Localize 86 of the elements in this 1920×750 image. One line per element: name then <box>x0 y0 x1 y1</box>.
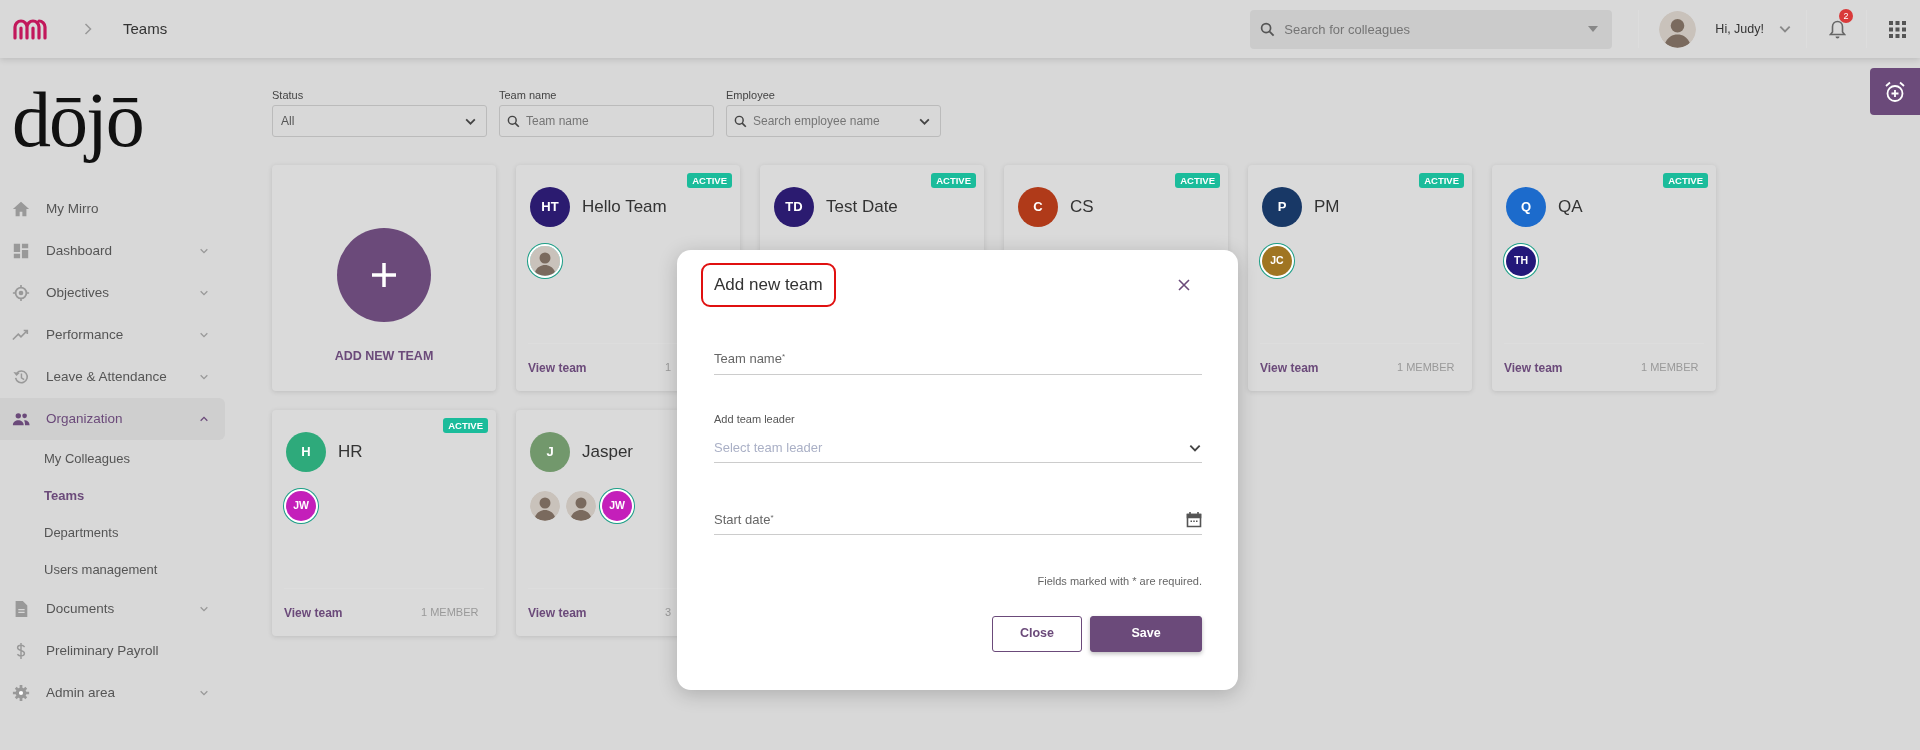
status-badge: ACTIVE <box>1175 173 1220 188</box>
team-avatar: P <box>1262 187 1302 227</box>
add-team-card[interactable]: ADD NEW TEAM <box>272 165 496 391</box>
team-avatar: J <box>530 432 570 472</box>
member-avatar: JW <box>286 491 316 521</box>
team-name: Jasper <box>582 441 634 464</box>
filter-label: Status <box>272 88 305 102</box>
people-icon <box>12 410 30 428</box>
chevron-up-icon[interactable] <box>199 414 209 424</box>
member-avatar: JW <box>602 491 632 521</box>
status-badge: ACTIVE <box>687 173 732 188</box>
status-badge: ACTIVE <box>1419 173 1464 188</box>
sidebar-item[interactable]: Organization <box>0 398 225 440</box>
member-count: 3 <box>665 605 673 621</box>
breadcrumb-text: Teams <box>123 18 168 39</box>
sidebar-subitem[interactable]: My Colleagues <box>0 440 225 477</box>
target-icon <box>12 284 30 302</box>
sidebar-subitem[interactable]: Teams <box>0 477 225 514</box>
member-avatar: JC <box>1262 246 1292 276</box>
greeting-text: Hi, Judy! <box>1715 20 1764 38</box>
save-button[interactable]: Save <box>1090 615 1202 652</box>
sidebar-item[interactable]: Performance <box>0 314 225 356</box>
team-name: CS <box>1070 196 1094 219</box>
field-label: Add team leader <box>714 411 796 427</box>
notification-badge: 2 <box>1839 9 1853 23</box>
view-team-link[interactable]: View team <box>528 603 665 622</box>
sidebar-item[interactable]: Leave & Attendance <box>0 356 225 398</box>
team-name: QA <box>1558 196 1583 219</box>
search-icon <box>734 114 747 128</box>
modal-title: Add new team <box>701 263 836 307</box>
member-count: 1 <box>665 360 673 376</box>
apps-grid-icon[interactable] <box>1889 20 1906 38</box>
status-badge: ACTIVE <box>931 173 976 188</box>
required-note: Fields marked with * are required. <box>1036 574 1202 589</box>
view-team-link[interactable]: View team <box>284 603 421 622</box>
team-name: PM <box>1314 196 1340 219</box>
team-avatar: C <box>1018 187 1058 227</box>
member-count: 1 MEMBER <box>1397 360 1456 376</box>
date-field[interactable]: Start date$^{*}$ <box>714 505 1202 535</box>
search-field[interactable]: Team name <box>499 105 714 137</box>
view-team-link[interactable]: View team <box>1504 358 1641 377</box>
sidebar-item[interactable]: Preliminary Payroll <box>0 630 225 672</box>
bell-icon[interactable] <box>1829 20 1846 40</box>
text-field[interactable]: Team name$^{*}$ <box>714 344 1202 375</box>
member-avatar: TH <box>1506 246 1536 276</box>
team-name: HR <box>338 441 363 464</box>
add-circle-icon <box>337 228 431 322</box>
settings-icon <box>12 684 30 702</box>
caret-down-icon <box>1588 26 1599 32</box>
search-icon <box>1260 21 1276 37</box>
close-button[interactable]: Close <box>992 615 1082 652</box>
filter-label: Employee <box>726 88 776 102</box>
status-badge: ACTIVE <box>443 418 488 433</box>
team-avatar: H <box>286 432 326 472</box>
view-team-link[interactable]: View team <box>1260 358 1397 377</box>
history-icon <box>12 368 30 386</box>
filter-label: Team name <box>499 88 558 102</box>
status-badge: ACTIVE <box>1663 173 1708 188</box>
team-name: Test Date <box>826 196 898 219</box>
dashboard-icon <box>12 242 30 260</box>
alarm-add-icon <box>1884 80 1906 103</box>
home-icon <box>12 200 30 218</box>
sidebar-item[interactable]: Dashboard <box>0 230 225 272</box>
team-avatar: HT <box>530 187 570 227</box>
sidebar-item[interactable]: Admin area <box>0 672 225 714</box>
sidebar-subitem[interactable]: Users management <box>0 551 225 588</box>
status-dropdown[interactable]: All <box>272 105 487 137</box>
sidebar-item[interactable]: Objectives <box>0 272 225 314</box>
search-field[interactable]: Search for colleagues <box>1250 9 1613 49</box>
team-avatar: TD <box>774 187 814 227</box>
sidebar-item[interactable]: Documents <box>0 588 225 630</box>
search-field[interactable]: Search employee name <box>726 105 941 137</box>
close-icon[interactable] <box>1178 278 1190 291</box>
alarm-button[interactable] <box>1870 68 1920 115</box>
team-avatar: Q <box>1506 187 1546 227</box>
sidebar-item[interactable]: My Mirro <box>0 188 225 230</box>
app-logo-icon[interactable] <box>12 18 48 40</box>
member-count: 1 MEMBER <box>1641 360 1700 376</box>
team-name: Hello Team <box>582 196 667 219</box>
sidebar-subitem[interactable]: Departments <box>0 514 225 551</box>
calendar-icon[interactable] <box>1186 511 1202 528</box>
search-icon <box>507 114 520 128</box>
chevron-right-icon <box>84 23 92 35</box>
member-count: 1 MEMBER <box>421 605 480 621</box>
avatar-silhouette <box>1659 10 1697 48</box>
view-team-link[interactable]: View team <box>528 358 665 377</box>
